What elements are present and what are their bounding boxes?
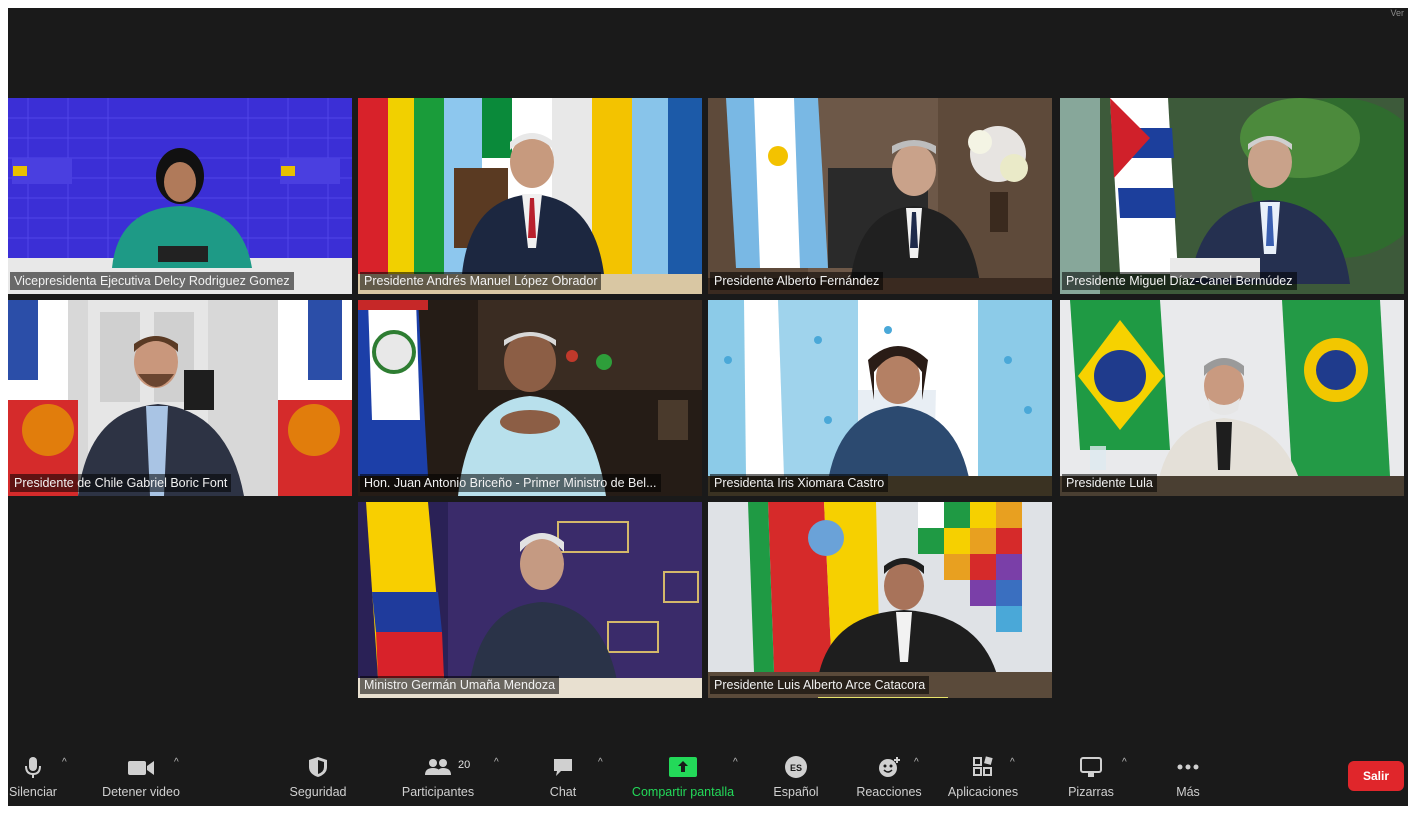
video-tile[interactable]: Presidente Lula bbox=[1060, 300, 1404, 496]
mute-options-caret[interactable]: ^ bbox=[62, 757, 67, 768]
participant-name: Hon. Juan Antonio Briceño - Primer Minis… bbox=[360, 474, 661, 492]
reactions-button[interactable]: Reacciones bbox=[846, 755, 932, 803]
participants-count: 20 bbox=[458, 759, 471, 771]
more-button[interactable]: Más bbox=[1158, 755, 1218, 803]
whiteboards-button[interactable]: Pizarras bbox=[1056, 755, 1126, 803]
video-tile[interactable]: Vicepresidenta Ejecutiva Delcy Rodriguez… bbox=[8, 98, 352, 294]
video-tile[interactable]: Presidente Luis Alberto Arce Catacora bbox=[708, 502, 1052, 698]
audio-level-bar bbox=[818, 697, 948, 698]
participant-video bbox=[358, 502, 702, 698]
participant-video bbox=[1060, 98, 1404, 294]
video-tile[interactable]: Presidente Miguel Díaz-Canel Bermúdez bbox=[1060, 98, 1404, 294]
language-globe-icon: ES bbox=[785, 756, 807, 778]
participant-video bbox=[1060, 300, 1404, 496]
whiteboard-icon bbox=[1080, 757, 1102, 777]
meeting-toolbar: Silenciar ^ Detener video ^ Seguridad Pa… bbox=[8, 743, 1408, 806]
more-dots-icon bbox=[1177, 764, 1199, 770]
chat-bubble-icon bbox=[554, 759, 572, 776]
language-interpretation-button[interactable]: ES Español bbox=[766, 755, 826, 803]
shield-icon bbox=[309, 757, 327, 777]
stop-video-button[interactable]: Detener video bbox=[86, 755, 196, 803]
video-tile[interactable]: Ministro Germán Umaña Mendoza bbox=[358, 502, 702, 698]
participant-name: Presidente de Chile Gabriel Boric Font bbox=[10, 474, 232, 492]
video-tile[interactable]: Presidente de Chile Gabriel Boric Font bbox=[8, 300, 352, 496]
participant-video bbox=[358, 98, 702, 294]
participant-video bbox=[8, 300, 352, 496]
participants-options-caret[interactable]: ^ bbox=[494, 757, 499, 768]
leave-button[interactable]: Salir bbox=[1348, 761, 1404, 791]
meeting-window: Ver Vicepresidenta Ejecutiva Delcy Rodri… bbox=[8, 8, 1408, 806]
participant-video bbox=[8, 98, 352, 294]
participant-video bbox=[708, 502, 1052, 698]
video-camera-icon bbox=[128, 761, 154, 775]
smiley-plus-icon bbox=[879, 757, 900, 777]
participant-video bbox=[708, 98, 1052, 294]
reactions-options-caret[interactable]: ^ bbox=[914, 757, 919, 768]
apps-options-caret[interactable]: ^ bbox=[1010, 757, 1015, 768]
microphone-icon bbox=[25, 757, 41, 778]
share-screen-button[interactable]: Compartir pantalla bbox=[622, 755, 744, 803]
participant-name: Presidente Alberto Fernández bbox=[710, 272, 884, 290]
video-options-caret[interactable]: ^ bbox=[174, 757, 179, 768]
participant-name: Presidente Andrés Manuel López Obrador bbox=[360, 272, 602, 290]
participants-icon bbox=[425, 759, 451, 775]
whiteboards-options-caret[interactable]: ^ bbox=[1122, 757, 1127, 768]
participant-name: Ministro Germán Umaña Mendoza bbox=[360, 676, 560, 694]
participant-name: Presidente Lula bbox=[1062, 474, 1157, 492]
participant-name: Presidente Miguel Díaz-Canel Bermúdez bbox=[1062, 272, 1297, 290]
participant-name: Presidente Luis Alberto Arce Catacora bbox=[710, 676, 930, 694]
view-button[interactable]: Ver bbox=[1390, 8, 1404, 18]
mute-button[interactable]: Silenciar bbox=[8, 755, 58, 803]
participants-button[interactable]: Participantes bbox=[388, 755, 488, 803]
video-tile-active-speaker[interactable]: Presidenta Iris Xiomara Castro bbox=[708, 300, 1052, 496]
video-tile[interactable]: Presidente Alberto Fernández bbox=[708, 98, 1052, 294]
svg-text:ES: ES bbox=[790, 763, 802, 773]
chat-button[interactable]: Chat bbox=[538, 755, 588, 803]
chat-options-caret[interactable]: ^ bbox=[598, 757, 603, 768]
video-tile[interactable]: Presidente Andrés Manuel López Obrador bbox=[358, 98, 702, 294]
participant-name: Presidenta Iris Xiomara Castro bbox=[710, 474, 889, 492]
participant-video bbox=[708, 300, 1052, 496]
share-screen-icon bbox=[669, 757, 697, 777]
share-options-caret[interactable]: ^ bbox=[733, 757, 738, 768]
participant-video bbox=[358, 300, 702, 496]
security-button[interactable]: Seguridad bbox=[278, 755, 358, 803]
participant-name: Vicepresidenta Ejecutiva Delcy Rodriguez… bbox=[10, 272, 294, 290]
apps-grid-icon bbox=[973, 756, 993, 776]
video-tile[interactable]: Hon. Juan Antonio Briceño - Primer Minis… bbox=[358, 300, 702, 496]
